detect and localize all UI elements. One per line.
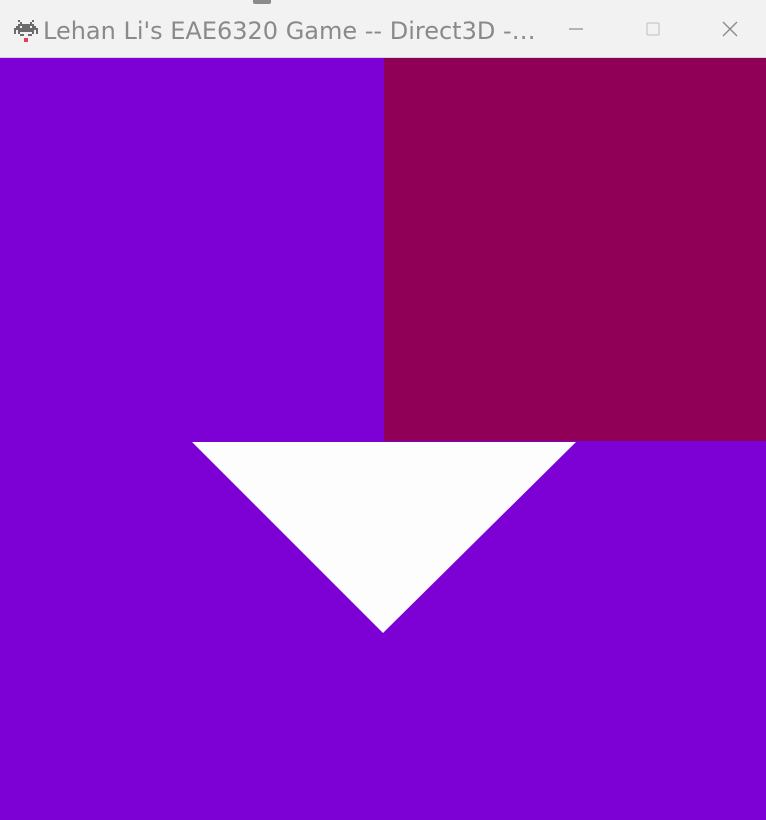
space-invader-icon [14, 20, 38, 42]
maximize-icon [644, 20, 662, 38]
magenta-rectangle [384, 58, 766, 441]
close-button[interactable] [700, 8, 760, 50]
game-viewport[interactable] [0, 58, 766, 820]
scene-canvas [0, 58, 766, 820]
minimize-button[interactable] [546, 8, 606, 50]
maximize-button[interactable] [623, 8, 683, 50]
close-icon [721, 20, 739, 38]
window-title: Lehan Li's EAE6320 Game -- Direct3D --..… [43, 17, 543, 45]
game-window: Lehan Li's EAE6320 Game -- Direct3D --..… [0, 0, 766, 820]
resize-grip[interactable] [253, 0, 271, 4]
title-bar[interactable]: Lehan Li's EAE6320 Game -- Direct3D --..… [0, 0, 766, 58]
minimize-icon [567, 20, 585, 38]
